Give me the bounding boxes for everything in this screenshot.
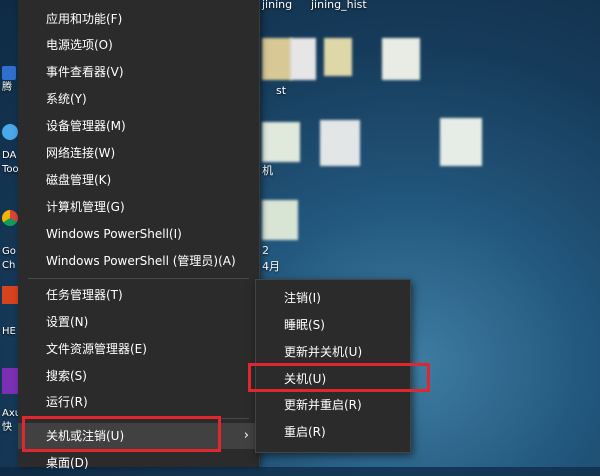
menu-item-disk-management[interactable]: 磁盘管理(K)	[18, 167, 259, 193]
chrome-icon[interactable]	[2, 210, 18, 226]
desktop-icon-label: 机	[262, 164, 273, 177]
menu-item-system[interactable]: 系统(Y)	[18, 86, 259, 112]
app-shortcut-icon[interactable]	[2, 286, 18, 304]
desktop-icon-label: Too	[2, 164, 19, 175]
desktop-icon-label[interactable]: jining_hist	[311, 0, 367, 11]
submenu-item-restart[interactable]: 重启(R)	[256, 419, 410, 445]
menu-item-powershell-admin[interactable]: Windows PowerShell (管理员)(A)	[18, 248, 259, 274]
excel-file-icon[interactable]	[440, 118, 482, 166]
desktop-icon-label: 腾	[2, 82, 12, 93]
submenu-item-update-restart[interactable]: 更新并重启(R)	[256, 392, 410, 418]
desktop-icon[interactable]	[290, 38, 316, 80]
highlight-box-shutdown	[248, 363, 430, 392]
desktop-icon-label: DA	[2, 150, 17, 161]
excel-file-icon[interactable]	[262, 200, 298, 240]
menu-item-task-manager[interactable]: 任务管理器(T)	[18, 282, 259, 308]
desktop-icon-label: 快	[2, 422, 12, 433]
desktop-icon-label[interactable]: jining	[262, 0, 292, 11]
desktop-icon-label: Go	[2, 246, 16, 257]
submenu-item-signout[interactable]: 注销(I)	[256, 285, 410, 311]
menu-item-powershell[interactable]: Windows PowerShell(I)	[18, 221, 259, 247]
menu-item-power-options[interactable]: 电源选项(O)	[18, 32, 259, 58]
desktop-icon[interactable]	[262, 38, 292, 80]
app-shortcut-icon[interactable]	[2, 124, 18, 140]
desktop-icon-label: 2	[262, 244, 269, 257]
chevron-right-icon: ›	[243, 428, 249, 443]
highlight-box-shutdown-signout	[22, 416, 221, 452]
menu-separator	[28, 278, 249, 279]
desktop-icon-label: 4月	[262, 260, 280, 273]
menu-item-desktop[interactable]: 桌面(D)	[18, 450, 259, 476]
app-shortcut-icon[interactable]	[2, 368, 18, 394]
menu-item-device-manager[interactable]: 设备管理器(M)	[18, 113, 259, 139]
app-shortcut-icon[interactable]	[2, 66, 16, 80]
desktop-icon[interactable]	[382, 38, 420, 80]
desktop-icon[interactable]	[320, 120, 360, 166]
submenu-item-sleep[interactable]: 睡眠(S)	[256, 312, 410, 338]
menu-item-event-viewer[interactable]: 事件查看器(V)	[18, 59, 259, 85]
folder-icon[interactable]	[324, 38, 352, 76]
menu-item-file-explorer[interactable]: 文件资源管理器(E)	[18, 336, 259, 362]
submenu-item-update-shutdown[interactable]: 更新并关机(U)	[256, 339, 410, 365]
desktop-icon-label: HE	[2, 326, 16, 337]
winx-menu: 应用和功能(F) 电源选项(O) 事件查看器(V) 系统(Y) 设备管理器(M)…	[18, 0, 260, 470]
desktop-icon-label: Ch	[2, 260, 16, 271]
menu-item-computer-management[interactable]: 计算机管理(G)	[18, 194, 259, 220]
menu-item-run[interactable]: 运行(R)	[18, 389, 259, 415]
desktop-icon-label: st	[276, 84, 287, 97]
menu-item-apps-features[interactable]: 应用和功能(F)	[18, 6, 259, 32]
menu-item-search[interactable]: 搜索(S)	[18, 363, 259, 389]
menu-item-network-connections[interactable]: 网络连接(W)	[18, 140, 259, 166]
excel-file-icon[interactable]	[262, 122, 300, 162]
menu-item-settings[interactable]: 设置(N)	[18, 309, 259, 335]
